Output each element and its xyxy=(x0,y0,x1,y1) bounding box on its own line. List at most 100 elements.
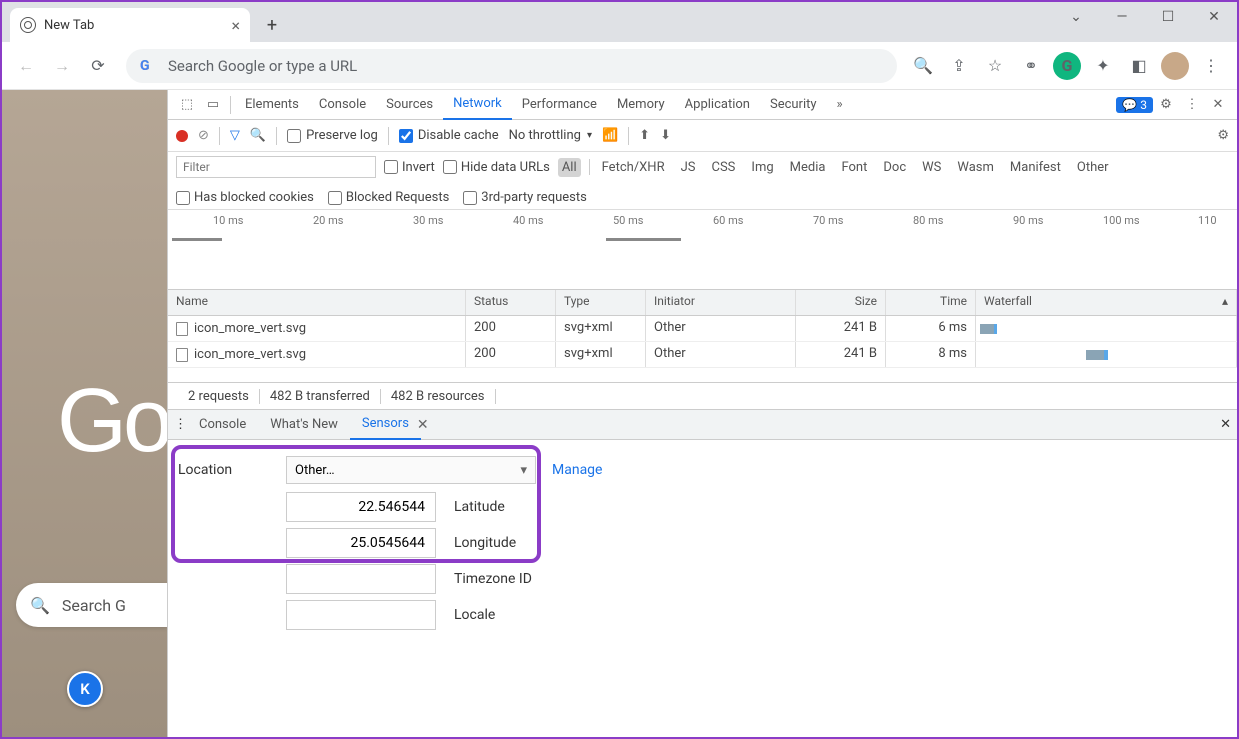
col-waterfall[interactable]: Waterfall▴ xyxy=(976,290,1237,315)
google-icon: G xyxy=(140,58,156,74)
network-conditions-icon[interactable]: 📶 xyxy=(602,128,618,143)
tab-security[interactable]: Security xyxy=(760,90,827,120)
third-party-checkbox[interactable]: 3rd-party requests xyxy=(463,190,587,205)
has-blocked-cookies-checkbox[interactable]: Has blocked cookies xyxy=(176,190,314,205)
share-icon[interactable]: ⇪ xyxy=(945,52,973,80)
filter-type-font[interactable]: Font xyxy=(837,158,871,177)
extension-chain-icon[interactable]: ⚭ xyxy=(1017,52,1045,80)
disable-cache-checkbox[interactable]: Disable cache xyxy=(399,128,499,143)
tab-title: New Tab xyxy=(44,18,94,33)
device-toolbar-icon[interactable]: ▭ xyxy=(200,92,226,118)
hide-data-urls-checkbox[interactable]: Hide data URLs xyxy=(443,160,550,175)
filter-type-all[interactable]: All xyxy=(558,158,581,177)
devtools-menu-icon[interactable]: ⋮ xyxy=(1179,92,1205,118)
request-row[interactable]: icon_more_vert.svg 200 svg+xml Other 241… xyxy=(168,342,1237,368)
filter-type-media[interactable]: Media xyxy=(786,158,830,177)
tab-sources[interactable]: Sources xyxy=(376,90,443,120)
location-label: Location xyxy=(178,462,286,478)
drawer-menu-icon[interactable]: ⋮ xyxy=(174,417,187,432)
filter-type-wasm[interactable]: Wasm xyxy=(953,158,998,177)
back-button[interactable]: ← xyxy=(10,50,42,82)
close-drawer-icon[interactable]: ✕ xyxy=(1220,417,1231,432)
tab-memory[interactable]: Memory xyxy=(607,90,675,120)
col-size[interactable]: Size xyxy=(796,290,886,315)
tab-performance[interactable]: Performance xyxy=(512,90,607,120)
record-button[interactable] xyxy=(176,130,188,142)
location-select[interactable]: Other… xyxy=(286,456,536,484)
browser-menu-icon[interactable]: ⋮ xyxy=(1197,52,1225,80)
issues-badge[interactable]: 💬 3 xyxy=(1116,97,1153,113)
address-bar[interactable]: G Search Google or type a URL xyxy=(126,49,897,83)
filter-funnel-icon[interactable]: ▽ xyxy=(230,128,240,143)
longitude-input[interactable] xyxy=(286,528,436,558)
throttling-select[interactable]: No throttling xyxy=(509,128,592,143)
browser-tab[interactable]: New Tab × xyxy=(10,8,250,42)
grammarly-extension-icon[interactable]: G xyxy=(1053,52,1081,80)
latitude-input[interactable] xyxy=(286,492,436,522)
col-status[interactable]: Status xyxy=(466,290,556,315)
request-row[interactable]: icon_more_vert.svg 200 svg+xml Other 241… xyxy=(168,316,1237,342)
drawer-tab-whatsnew[interactable]: What's New xyxy=(258,410,350,440)
more-tabs-icon[interactable]: » xyxy=(827,92,853,118)
google-logo-fragment: Go xyxy=(57,370,167,473)
zoom-icon[interactable]: 🔍 xyxy=(909,52,937,80)
bookmark-star-icon[interactable]: ☆ xyxy=(981,52,1009,80)
filter-type-other[interactable]: Other xyxy=(1073,158,1113,177)
col-type[interactable]: Type xyxy=(556,290,646,315)
file-icon xyxy=(176,322,188,336)
filter-type-css[interactable]: CSS xyxy=(708,158,740,177)
side-panel-icon[interactable]: ◧ xyxy=(1125,52,1153,80)
new-tab-button[interactable]: + xyxy=(258,11,286,39)
filter-input[interactable] xyxy=(176,156,376,178)
omnibox-placeholder: Search Google or type a URL xyxy=(168,57,357,75)
filter-type-fetch[interactable]: Fetch/XHR xyxy=(598,158,669,177)
minimize-icon[interactable]: — xyxy=(1099,2,1145,32)
drawer-tabs: ⋮ Console What's New Sensors ✕ ✕ xyxy=(168,410,1237,440)
devtools-panel: ⬚ ▭ Elements Console Sources Network Per… xyxy=(167,90,1237,737)
clear-button[interactable]: ⊘ xyxy=(198,128,209,143)
summary-requests: 2 requests xyxy=(178,389,260,404)
filter-type-js[interactable]: JS xyxy=(677,158,700,177)
col-initiator[interactable]: Initiator xyxy=(646,290,796,315)
blocked-requests-checkbox[interactable]: Blocked Requests xyxy=(328,190,449,205)
network-table-header: Name Status Type Initiator Size Time Wat… xyxy=(168,290,1237,316)
export-har-icon[interactable]: ⬇ xyxy=(660,128,671,143)
close-drawer-tab-icon[interactable]: ✕ xyxy=(417,417,429,433)
tab-application[interactable]: Application xyxy=(675,90,760,120)
network-toolbar: ⊘ ▽ 🔍 Preserve log Disable cache No thro… xyxy=(168,120,1237,152)
tab-console[interactable]: Console xyxy=(309,90,376,120)
filter-type-ws[interactable]: WS xyxy=(918,158,945,177)
tab-network[interactable]: Network xyxy=(443,90,512,120)
reload-button[interactable]: ⟳ xyxy=(82,50,114,82)
network-timeline[interactable]: 10 ms 20 ms 30 ms 40 ms 50 ms 60 ms 70 m… xyxy=(168,210,1237,290)
chevron-down-icon[interactable]: ⌄ xyxy=(1053,2,1099,32)
close-devtools-icon[interactable]: ✕ xyxy=(1205,92,1231,118)
col-name[interactable]: Name xyxy=(168,290,466,315)
manage-link[interactable]: Manage xyxy=(552,462,602,478)
network-settings-icon[interactable]: ⚙ xyxy=(1217,128,1229,143)
locale-input[interactable] xyxy=(286,600,436,630)
close-tab-icon[interactable]: × xyxy=(231,16,240,35)
preserve-log-checkbox[interactable]: Preserve log xyxy=(287,128,378,143)
drawer-tab-console[interactable]: Console xyxy=(187,410,258,440)
invert-checkbox[interactable]: Invert xyxy=(384,160,435,175)
inspect-element-icon[interactable]: ⬚ xyxy=(174,92,200,118)
import-har-icon[interactable]: ⬆ xyxy=(639,128,650,143)
shortcut-badge[interactable]: K xyxy=(67,671,103,707)
locale-label: Locale xyxy=(454,607,495,623)
filter-type-img[interactable]: Img xyxy=(747,158,777,177)
drawer-tab-sensors[interactable]: Sensors xyxy=(350,410,421,440)
tab-elements[interactable]: Elements xyxy=(235,90,309,120)
settings-gear-icon[interactable]: ⚙ xyxy=(1153,92,1179,118)
col-time[interactable]: Time xyxy=(886,290,976,315)
maximize-icon[interactable]: ☐ xyxy=(1145,2,1191,32)
filter-type-manifest[interactable]: Manifest xyxy=(1006,158,1065,177)
forward-button[interactable]: → xyxy=(46,50,78,82)
timezone-input[interactable] xyxy=(286,564,436,594)
filter-type-doc[interactable]: Doc xyxy=(879,158,910,177)
extensions-puzzle-icon[interactable]: ✦ xyxy=(1089,52,1117,80)
ntp-search-box[interactable]: 🔍 Search G xyxy=(16,583,167,627)
search-icon[interactable]: 🔍 xyxy=(250,128,266,143)
profile-avatar[interactable] xyxy=(1161,52,1189,80)
close-window-icon[interactable]: ✕ xyxy=(1191,2,1237,32)
